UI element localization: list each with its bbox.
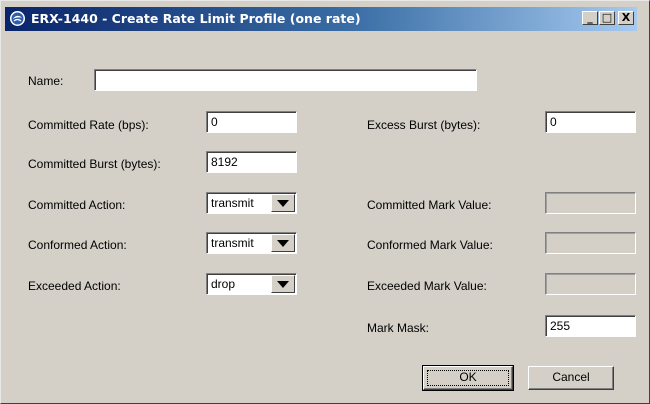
conformed-action-value: transmit: [211, 236, 254, 250]
name-label: Name:: [28, 74, 64, 88]
name-input[interactable]: [94, 69, 477, 91]
app-icon: [9, 10, 26, 27]
committed-action-label: Committed Action:: [28, 198, 126, 212]
conformed-mark-input: [545, 232, 636, 254]
committed-rate-label: Committed Rate (bps):: [28, 118, 149, 132]
committed-burst-input[interactable]: 8192: [206, 151, 297, 173]
exceeded-action-select[interactable]: drop: [206, 273, 297, 295]
close-button[interactable]: X: [618, 11, 634, 25]
dialog-window: ERX-1440 - Create Rate Limit Profile (on…: [0, 0, 650, 404]
ok-button[interactable]: OK: [422, 365, 514, 391]
conformed-action-select[interactable]: transmit: [206, 232, 297, 254]
committed-mark-label: Committed Mark Value:: [367, 198, 492, 212]
exceeded-mark-label: Exceeded Mark Value:: [367, 279, 487, 293]
conformed-mark-label: Conformed Mark Value:: [367, 238, 493, 252]
committed-rate-input[interactable]: 0: [206, 111, 297, 133]
focus-ring: [427, 370, 509, 386]
dropdown-arrow-icon[interactable]: [271, 234, 295, 252]
conformed-action-label: Conformed Action:: [28, 238, 127, 252]
exceeded-mark-input: [545, 273, 636, 295]
excess-burst-label: Excess Burst (bytes):: [367, 118, 481, 132]
excess-burst-input[interactable]: 0: [545, 111, 636, 133]
exceeded-action-label: Exceeded Action:: [28, 279, 121, 293]
minimize-button[interactable]: _: [582, 11, 598, 25]
cancel-label: Cancel: [552, 370, 590, 384]
dropdown-arrow-icon[interactable]: [271, 194, 295, 212]
exceeded-action-value: drop: [211, 277, 236, 291]
committed-mark-input: [545, 192, 636, 214]
maximize-button[interactable]: □: [599, 11, 615, 25]
mark-mask-input[interactable]: 255: [545, 315, 636, 337]
cancel-button[interactable]: Cancel: [528, 366, 614, 390]
committed-action-value: transmit: [211, 196, 254, 210]
title-bar[interactable]: ERX-1440 - Create Rate Limit Profile (on…: [5, 7, 637, 31]
committed-action-select[interactable]: transmit: [206, 192, 297, 214]
window-title: ERX-1440 - Create Rate Limit Profile (on…: [31, 11, 361, 26]
committed-burst-label: Committed Burst (bytes):: [28, 157, 161, 171]
mark-mask-label: Mark Mask:: [367, 321, 430, 335]
dropdown-arrow-icon[interactable]: [271, 275, 295, 293]
